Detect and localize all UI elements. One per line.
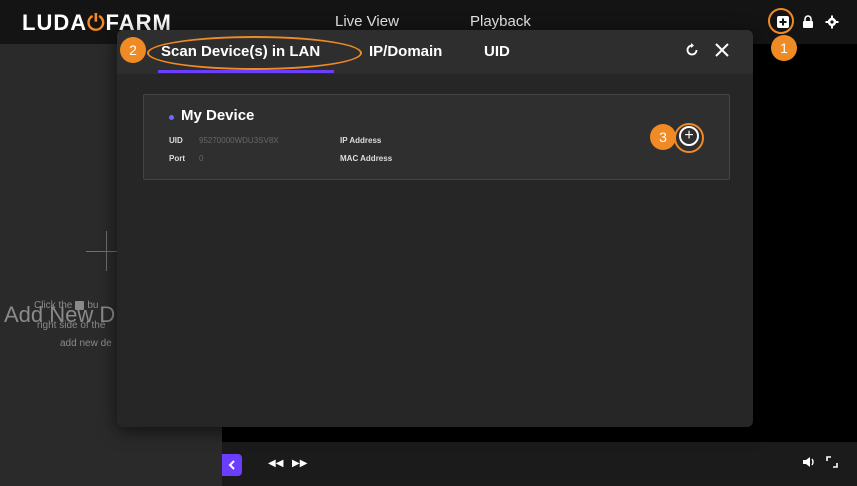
hint-line-2: right side of the [37, 320, 106, 331]
fast-forward-icon[interactable]: ▶▶ [292, 458, 307, 469]
hint-text-a: Click the [34, 300, 73, 311]
fullscreen-icon[interactable] [826, 456, 838, 471]
rewind-icon[interactable]: ◀◀ [268, 458, 283, 469]
callout-1: 1 [771, 35, 797, 61]
add-device-dialog: Scan Device(s) in LAN IP/Domain UID My D… [117, 30, 753, 427]
gear-icon[interactable] [824, 14, 840, 30]
hint-line-1: Click the bu [34, 300, 98, 311]
active-tab-indicator [158, 70, 334, 73]
uid-value: 95270000WDU3SV8X [199, 136, 279, 145]
uid-label: UID [169, 136, 183, 145]
bottom-bar: ◀◀ ▶▶ [222, 442, 857, 486]
close-icon[interactable] [714, 42, 730, 63]
collapse-sidebar-button[interactable] [222, 454, 242, 476]
nav-live-view[interactable]: Live View [335, 13, 399, 30]
callout-2: 2 [120, 37, 146, 63]
callout-ring-2 [147, 36, 362, 70]
callout-ring-3 [674, 123, 704, 153]
add-device-mini-icon [75, 300, 85, 310]
refresh-icon[interactable] [684, 42, 700, 63]
mac-address-label: MAC Address [340, 154, 393, 163]
device-status-dot [169, 115, 174, 120]
tab-ip-domain[interactable]: IP/Domain [369, 43, 442, 60]
nav-playback[interactable]: Playback [470, 13, 531, 30]
ip-address-label: IP Address [340, 136, 382, 145]
port-value: 0 [199, 154, 204, 163]
callout-ring-1 [768, 8, 794, 34]
callout-3: 3 [650, 124, 676, 150]
add-placeholder-icon-v [106, 231, 107, 271]
logo-text-left: LUDA [22, 10, 88, 35]
hint-text-b: bu [87, 300, 99, 311]
volume-icon[interactable] [802, 456, 816, 471]
hint-line-3: add new de [60, 338, 112, 349]
power-icon: ⏻ [87, 10, 106, 35]
device-name: My Device [181, 107, 255, 124]
port-label: Port [169, 154, 185, 163]
lock-icon[interactable] [800, 14, 816, 30]
device-card: My Device UID 95270000WDU3SV8X Port 0 IP… [143, 94, 730, 180]
chevron-left-icon [228, 460, 235, 470]
tab-uid[interactable]: UID [484, 43, 510, 60]
